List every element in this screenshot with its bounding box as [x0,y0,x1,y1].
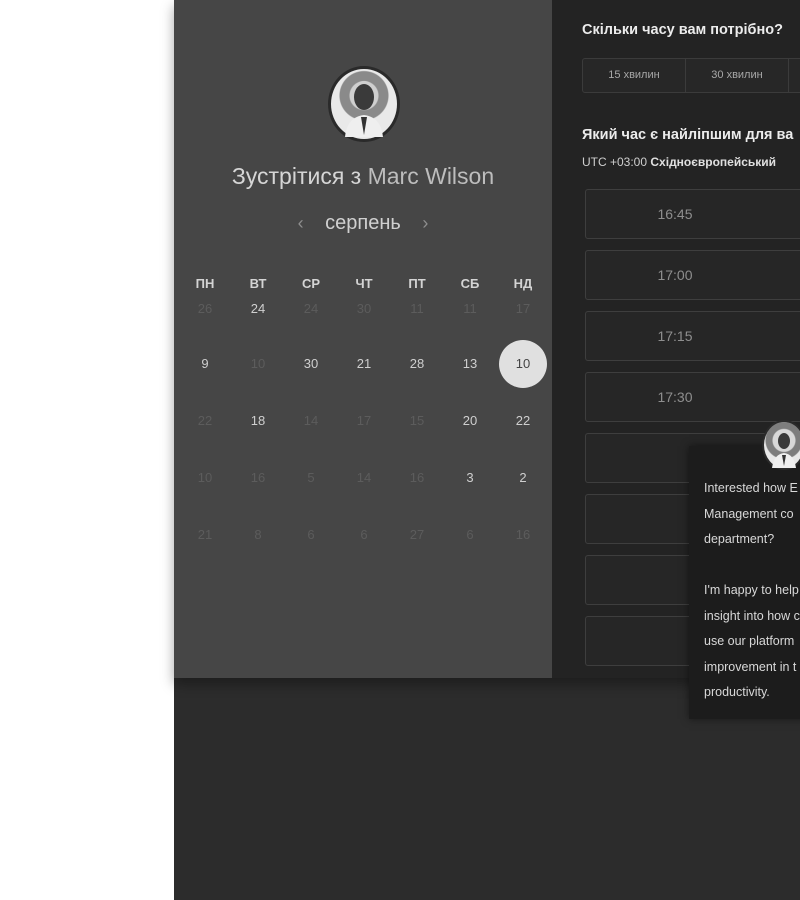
calendar-day-selected[interactable]: 10 [499,340,547,388]
person-avatar-icon [345,81,383,137]
duration-question: Скільки часу вам потрібно? [582,22,783,38]
calendar-day: 6 [360,527,368,542]
calendar-day: 27 [409,527,425,542]
calendar-day: 8 [254,527,262,542]
chat-avatar[interactable] [762,420,800,470]
month-navigation: ‹ серпень › [174,212,552,235]
time-slot[interactable]: 16:45 [585,189,800,239]
calendar-day: 10 [250,356,266,371]
weekday-label: ПТ [408,276,426,291]
time-slot[interactable]: 17:30 [585,372,800,422]
calendar-day: 17 [356,413,372,428]
calendar-day: 21 [197,527,213,542]
calendar-day: 6 [466,527,474,542]
calendar-day: 10 [197,470,213,485]
calendar-panel: Зустрітися з Marc Wilson ‹ серпень › ПН … [174,0,552,678]
calendar-day: 6 [307,527,315,542]
calendar-day[interactable]: 30 [287,340,335,388]
calendar-day: 26 [197,301,213,316]
calendar-day: 30 [356,301,372,316]
month-label: серпень [325,212,401,234]
timezone-label: UTC +03:00 Східноєвропейський [582,155,776,169]
host-name: Marc Wilson [367,163,495,189]
calendar-day[interactable]: 24 [234,301,282,317]
calendar-day[interactable]: 13 [446,340,494,388]
duration-option-30[interactable]: 30 хвилин [686,59,789,92]
time-slot[interactable]: 17:15 [585,311,800,361]
timezone-name[interactable]: Східноєвропейський [650,155,776,169]
title-prefix: Зустрітися з [231,163,362,189]
weekday-label: ЧТ [355,276,373,291]
next-month-icon[interactable]: › [414,213,436,234]
calendar-day: 11 [410,301,424,316]
calendar-day: 22 [197,413,213,428]
duration-selector: 15 хвилин 30 хвилин [582,58,800,93]
duration-option-more[interactable] [789,59,800,92]
calendar-day: 16 [409,470,425,485]
calendar-day[interactable]: 20 [446,397,494,445]
person-avatar-icon [772,433,796,468]
calendar-day[interactable]: 21 [340,340,388,388]
host-avatar [328,66,400,142]
calendar-day: 16 [250,470,266,485]
chat-popup[interactable]: Interested how E Management co departmen… [689,446,800,719]
calendar-day: 15 [409,413,425,428]
calendar-day[interactable]: 3 [446,454,494,502]
time-slot[interactable]: 17:00 [585,250,800,300]
calendar-day: 16 [515,527,531,542]
duration-option-15[interactable]: 15 хвилин [583,59,686,92]
calendar-day[interactable]: 28 [393,340,441,388]
calendar-day: 11 [463,301,477,316]
weekday-label: СР [301,276,321,291]
meeting-title: Зустрітися з Marc Wilson [174,163,552,190]
weekday-label: НД [513,276,533,291]
calendar-day[interactable]: 18 [234,397,282,445]
calendar-day[interactable]: 2 [499,454,547,502]
weekday-label: ВТ [249,276,267,291]
calendar-day[interactable]: 22 [499,397,547,445]
calendar-day: 5 [307,470,315,485]
time-question: Який час є найліпшим для ва [582,127,794,143]
weekday-label: СБ [460,276,480,291]
prev-month-icon[interactable]: ‹ [290,213,312,234]
calendar-day: 24 [303,301,319,316]
timezone-offset: UTC +03:00 [582,155,648,169]
calendar-day: 14 [356,470,372,485]
weekday-label: ПН [195,276,215,291]
calendar-day: 17 [515,301,531,316]
calendar-day[interactable]: 9 [181,340,229,388]
chat-message: Interested how E Management co departmen… [704,481,800,699]
calendar-day: 14 [303,413,319,428]
